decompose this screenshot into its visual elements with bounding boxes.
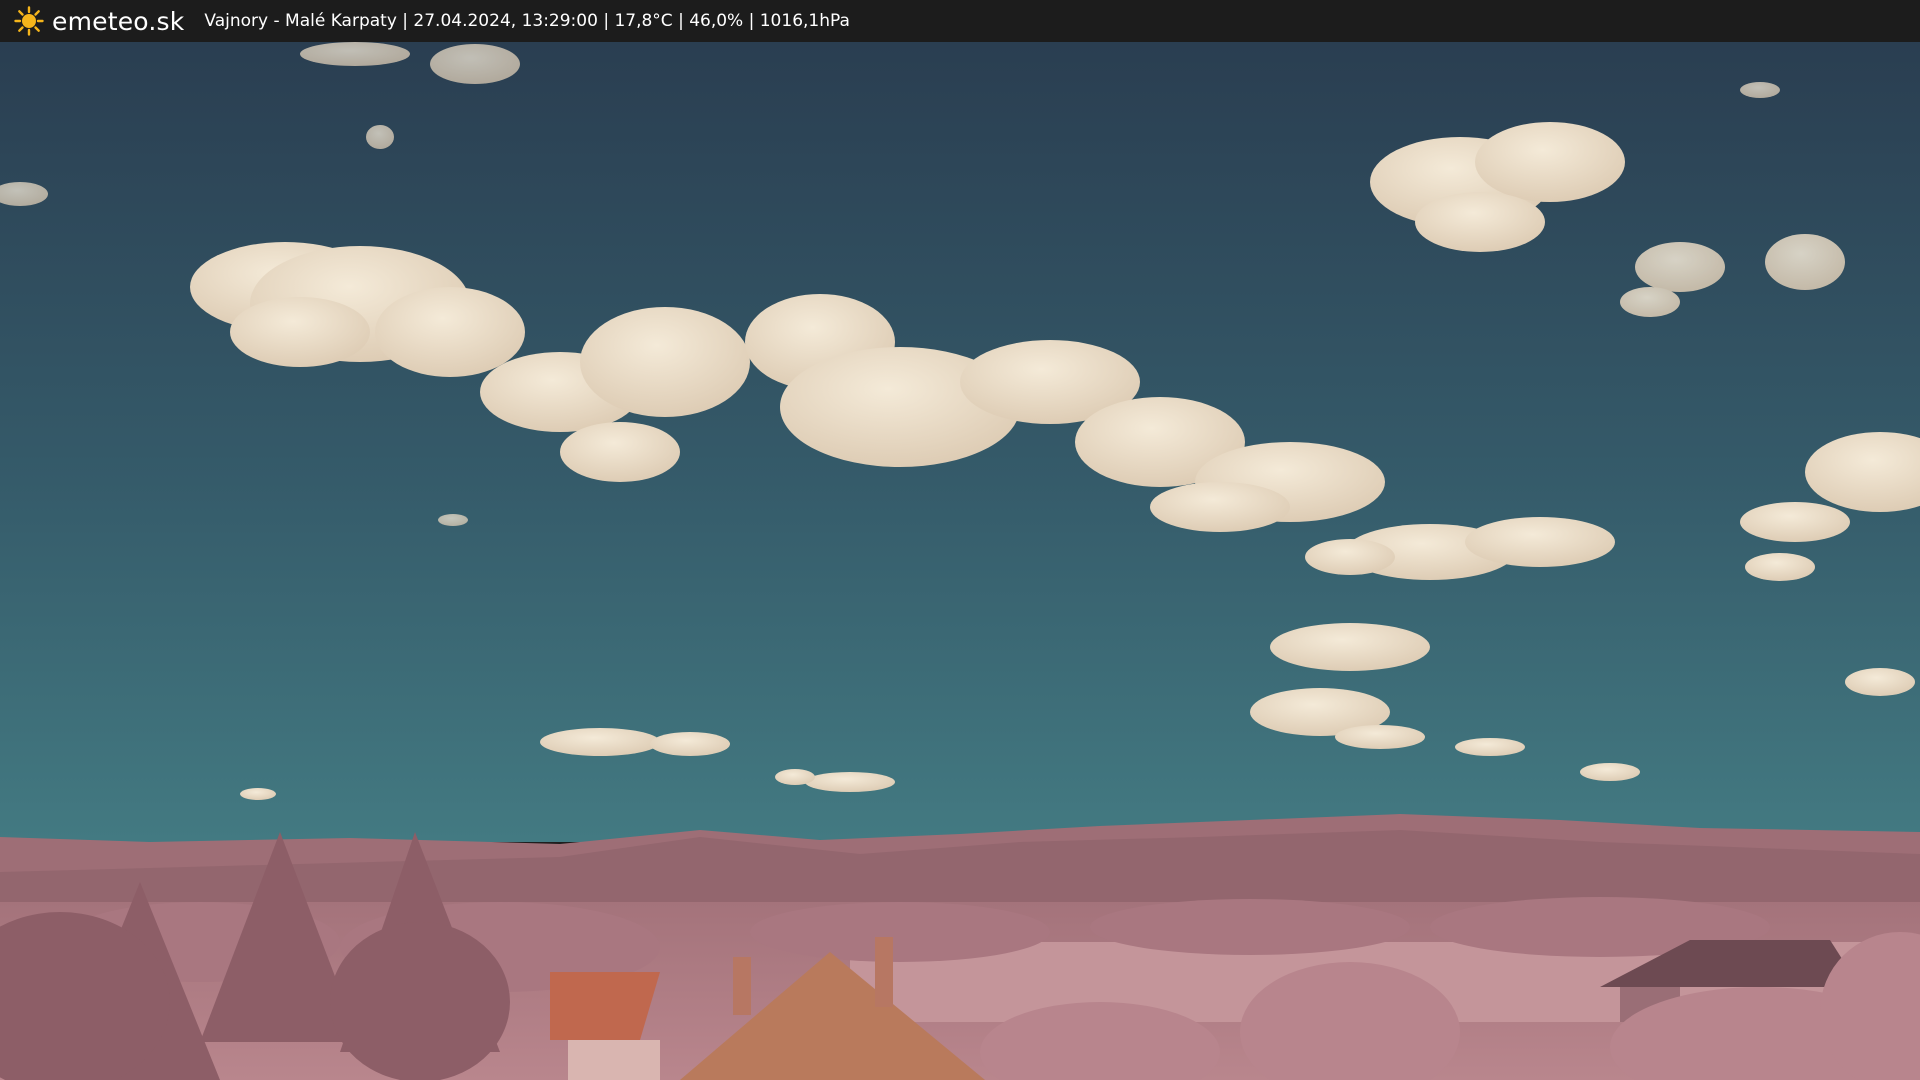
webcam-image: [0, 42, 1920, 1080]
top-caption-bar: emeteo.sk Vajnory - Malé Karpaty | 27.04…: [0, 0, 1920, 42]
brand-logo-text[interactable]: emeteo.sk: [52, 7, 184, 36]
sun-icon: [14, 6, 44, 36]
station-info-caption: Vajnory - Malé Karpaty | 27.04.2024, 13:…: [204, 11, 850, 31]
